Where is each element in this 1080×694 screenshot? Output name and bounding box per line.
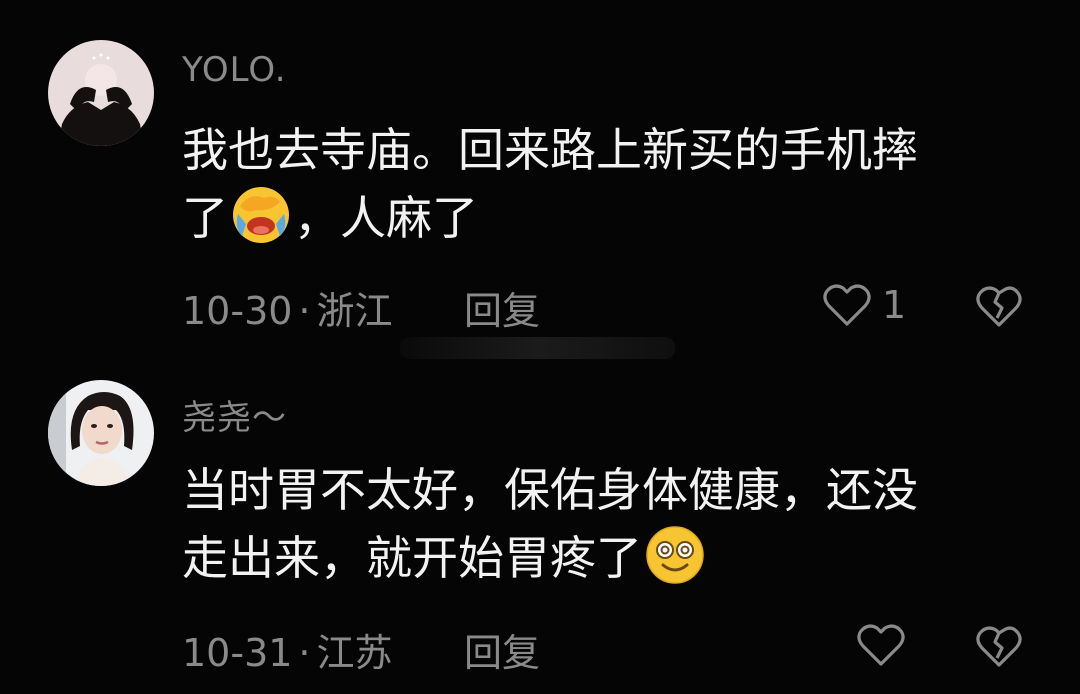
avatar[interactable] <box>48 380 154 486</box>
comment-meta: 10-31 · 江苏 回复 <box>182 622 540 677</box>
like-button[interactable] <box>856 622 916 668</box>
comment-list: YOLO. 我也去寺庙。回来路上新买的手机摔 了 ，人麻了 10-30 · 浙江 回… <box>0 0 1080 694</box>
heart-outline-icon <box>823 284 871 326</box>
comment-text: 当时胃不太好，保佑身体健康，还没 走出来，就开始胃疼了 <box>182 456 1022 592</box>
comment-date: 10-31 <box>182 631 293 675</box>
comment-text-line: ，人麻了 <box>294 191 478 245</box>
broken-heart-icon <box>976 286 1022 327</box>
heart-outline-icon <box>857 624 905 666</box>
comment-item: 尧尧～ 当时胃不太好，保佑身体健康，还没 走出来，就开始胃疼了 10-31 · 江苏… <box>0 360 1080 694</box>
meta-separator: · <box>298 289 311 333</box>
broken-heart-icon <box>976 626 1022 667</box>
username[interactable]: 尧尧～ <box>182 390 287 439</box>
dizzy-smile-emoji-icon <box>646 526 704 584</box>
reply-button[interactable]: 回复 <box>464 622 540 677</box>
dislike-button[interactable] <box>975 624 1023 672</box>
comment-date: 10-30 <box>182 289 293 333</box>
username[interactable]: YOLO. <box>182 50 287 90</box>
comment-item: YOLO. 我也去寺庙。回来路上新买的手机摔 了 ，人麻了 10-30 · 浙江 回… <box>0 0 1080 360</box>
comment-text-line: 了 <box>182 191 228 245</box>
comment-text-line: 当时胃不太好，保佑身体健康，还没 <box>182 463 918 517</box>
comment-text-line: 我也去寺庙。回来路上新买的手机摔 <box>182 123 918 177</box>
like-button[interactable]: 1 <box>822 282 906 328</box>
comment-location: 江苏 <box>316 631 393 675</box>
comment-meta: 10-30 · 浙江 回复 <box>182 280 540 335</box>
reply-button[interactable]: 回复 <box>464 280 540 335</box>
watermark <box>400 337 675 359</box>
meta-separator: · <box>298 631 311 675</box>
avatar[interactable] <box>48 40 154 146</box>
comment-text-line: 走出来，就开始胃疼了 <box>182 531 642 585</box>
laughing-crying-emoji-icon <box>233 187 289 243</box>
comment-text: 我也去寺庙。回来路上新买的手机摔 了 ，人麻了 <box>182 116 1022 252</box>
like-count: 1 <box>882 283 907 327</box>
comment-location: 浙江 <box>316 289 393 333</box>
dislike-button[interactable] <box>975 284 1023 332</box>
